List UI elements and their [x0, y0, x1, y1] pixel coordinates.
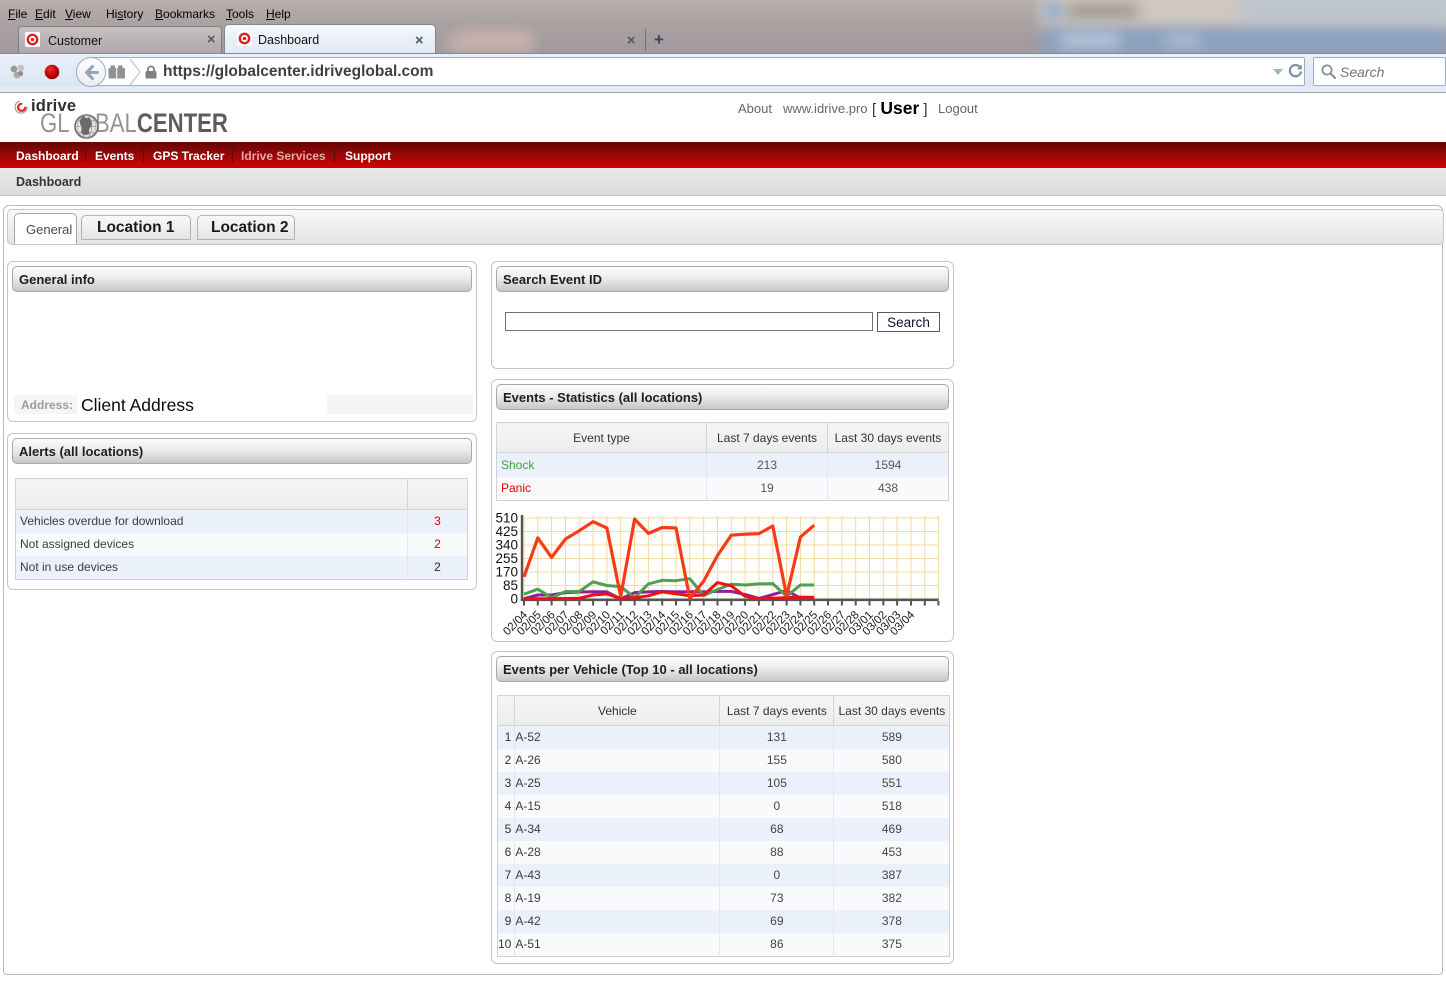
- svg-text:510: 510: [495, 511, 518, 526]
- svg-text:425: 425: [495, 524, 518, 539]
- svg-text:255: 255: [495, 551, 518, 566]
- svg-text:340: 340: [495, 538, 518, 553]
- svg-text:85: 85: [503, 578, 518, 593]
- svg-text:170: 170: [495, 565, 518, 580]
- svg-text:0: 0: [510, 592, 518, 607]
